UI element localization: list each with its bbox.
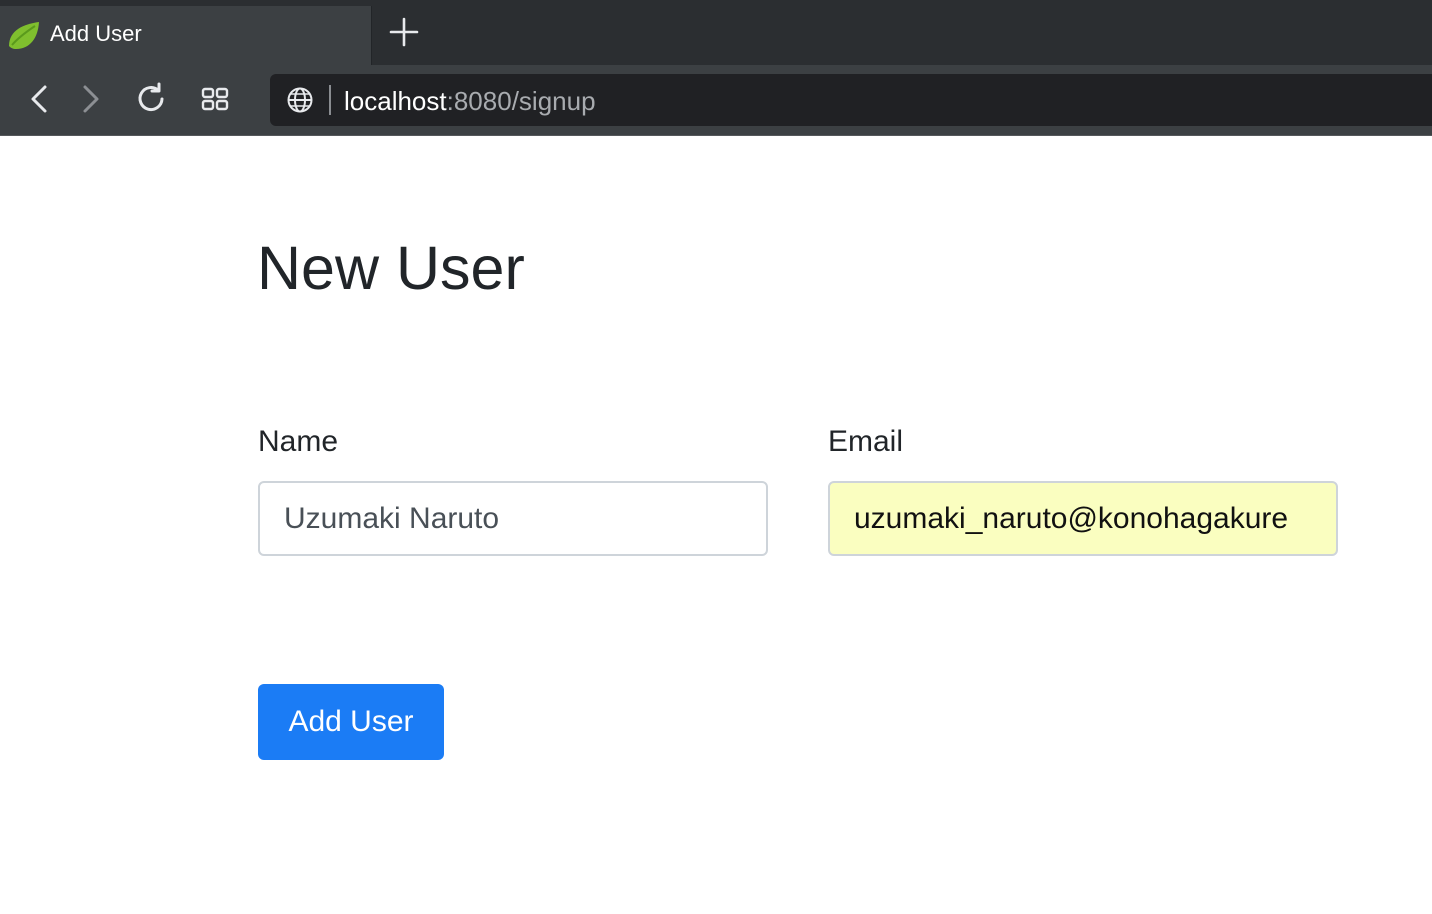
chevron-left-icon[interactable] [22,81,58,117]
name-input[interactable] [258,481,768,556]
add-user-button[interactable]: Add User [258,684,444,760]
email-input[interactable] [828,481,1338,556]
browser-chrome: Add User localhost:8080/signup [0,0,1432,136]
url-host: localhost [344,86,447,116]
reload-icon[interactable] [133,81,169,117]
url-text[interactable]: localhost:8080/signup [344,86,596,116]
plus-icon[interactable] [384,12,424,52]
tab-add-user[interactable]: Add User [0,6,372,65]
browser-toolbar: localhost:8080/signup [0,65,1432,136]
globe-icon [287,87,313,113]
url-path: :8080/signup [446,86,596,116]
grid-icon[interactable] [197,81,233,117]
address-bar[interactable]: localhost:8080/signup [270,74,1432,126]
page-content: New User Name Email Add User [0,136,1432,914]
chevron-right-icon[interactable] [72,81,108,117]
email-label: Email [828,425,904,458]
page-title: New User [257,234,525,302]
name-label: Name [258,425,339,458]
spring-leaf-icon [9,22,39,49]
tab-title: Add User [50,21,142,46]
address-divider [329,85,331,115]
tab-strip: Add User [0,0,1432,65]
